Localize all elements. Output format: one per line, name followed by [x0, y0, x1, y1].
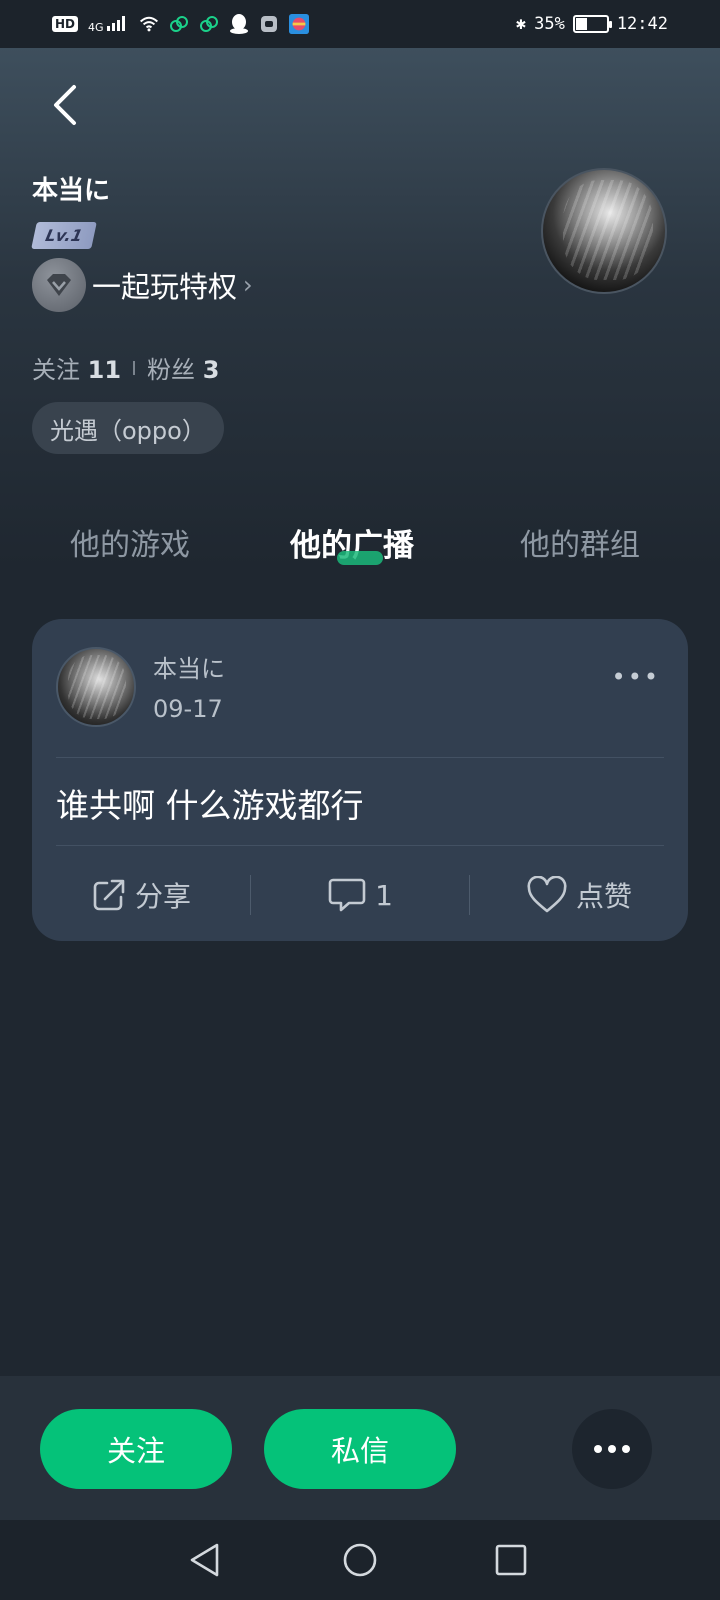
active-tab-indicator	[337, 551, 383, 565]
card-divider	[56, 757, 664, 758]
nav-recents-button[interactable]	[489, 1538, 533, 1582]
like-label: 点赞	[575, 880, 632, 913]
privilege-label: 一起玩特权	[92, 270, 238, 304]
battery-icon	[572, 15, 612, 33]
game-tag[interactable]: 光遇（oppo）	[32, 402, 224, 454]
triangle-back-icon	[190, 1543, 219, 1577]
bluetooth-icon: ✱	[515, 14, 527, 34]
post-content: 谁共啊 什么游戏都行	[56, 786, 364, 825]
privilege-link[interactable]: 一起玩特权 ›	[32, 258, 253, 312]
post-date: 09-17	[153, 695, 223, 723]
dot-icon	[622, 1445, 630, 1453]
stats-divider	[133, 360, 136, 375]
link-icon	[199, 14, 219, 34]
comment-count: 1	[375, 878, 393, 912]
share-button[interactable]: 分享	[32, 875, 250, 915]
nav-back-button[interactable]	[183, 1538, 227, 1582]
app-icon	[289, 14, 310, 34]
profile-tabs: 他的游戏 他的广播 他的群组	[0, 520, 720, 580]
comment-icon	[328, 878, 366, 912]
avatar[interactable]	[541, 168, 667, 294]
dot-icon	[608, 1445, 616, 1453]
chevron-right-icon: ›	[243, 271, 253, 299]
tab-groups[interactable]: 他的群组	[520, 520, 640, 564]
share-label: 分享	[134, 880, 191, 913]
status-right: ✱ 35% 12:42	[516, 14, 668, 34]
message-button[interactable]: 私信	[264, 1409, 456, 1489]
diamond-icon	[32, 258, 86, 312]
follow-count: 11	[87, 356, 122, 384]
card-divider	[56, 845, 664, 846]
qq-icon	[229, 14, 249, 34]
back-arrow-icon	[54, 85, 76, 125]
wifi-icon	[139, 14, 159, 34]
tab-games[interactable]: 他的游戏	[70, 520, 190, 564]
circle-home-icon	[343, 1543, 377, 1577]
post-author: 本当に	[153, 655, 225, 683]
post-author-avatar[interactable]	[56, 647, 136, 727]
status-left: HD 4G	[52, 14, 310, 34]
hd-icon: HD	[52, 16, 79, 32]
status-bar: HD 4G ✱ 35% 12:42	[0, 0, 720, 48]
follow-label: 关注	[32, 356, 80, 384]
battery-percent: 35%	[534, 14, 565, 34]
broadcast-card[interactable]: 本当に 09-17 ••• 谁共啊 什么游戏都行 分享 1 点赞	[32, 619, 688, 941]
network-type: 4G	[88, 20, 104, 34]
more-options-icon[interactable]: •••	[612, 663, 660, 691]
profile-nickname: 本当に	[32, 176, 111, 206]
clock: 12:42	[616, 14, 668, 34]
post-actions: 分享 1 点赞	[32, 855, 688, 935]
link-icon	[169, 14, 189, 34]
more-button[interactable]	[572, 1409, 652, 1489]
square-recents-icon	[495, 1544, 527, 1576]
like-button[interactable]: 点赞	[470, 875, 688, 915]
fans-count: 3	[202, 356, 220, 384]
back-button[interactable]	[40, 80, 90, 130]
level-badge: Lv.1	[31, 222, 97, 249]
dot-icon	[594, 1445, 602, 1453]
signal-icon: 4G	[88, 15, 129, 34]
follow-stat[interactable]: 关注 11	[32, 350, 121, 385]
follow-button[interactable]: 关注	[40, 1409, 232, 1489]
app-icon	[259, 14, 279, 34]
heart-icon	[527, 876, 567, 913]
nav-home-button[interactable]	[338, 1538, 382, 1582]
fans-label: 粉丝	[147, 356, 196, 384]
share-icon	[93, 879, 125, 911]
fans-stat[interactable]: 粉丝 3	[147, 350, 219, 385]
comment-button[interactable]: 1	[251, 875, 469, 915]
profile-stats: 关注 11 粉丝 3	[32, 350, 219, 385]
battery-fill	[575, 18, 587, 30]
system-nav-bar	[0, 1520, 720, 1600]
